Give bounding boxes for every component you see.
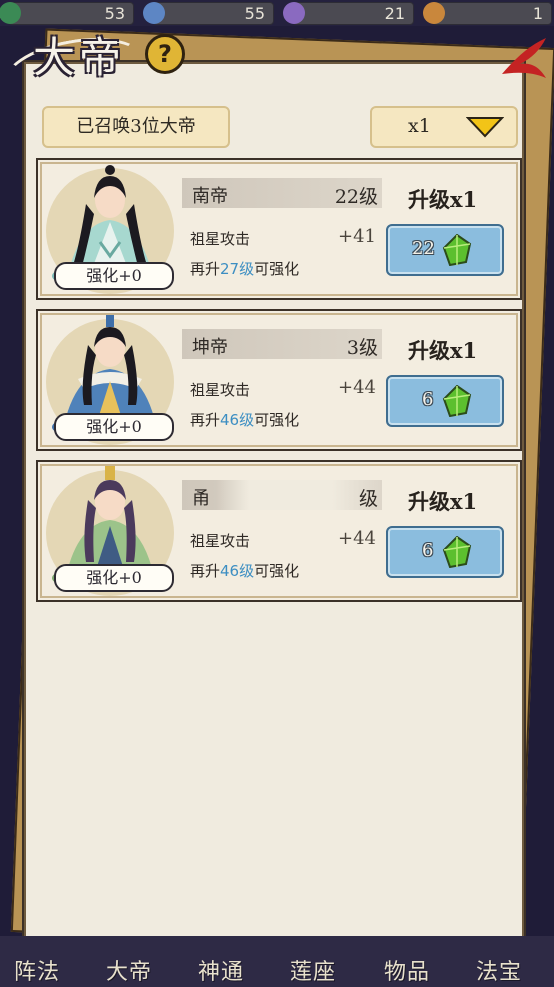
green-gem-icon xyxy=(0,2,21,24)
tab-lotus-throne[interactable]: 莲座 xyxy=(290,954,336,986)
close-icon[interactable] xyxy=(498,34,550,80)
multiplier-dropdown[interactable]: x1 xyxy=(370,106,518,148)
emperor-card: 强化+0 南帝 22级 祖星攻击 +41 再升27级可强化 升级x1 22 xyxy=(36,158,522,300)
upgrade-cost: 22 xyxy=(412,238,435,259)
enhance-badge: 强化+0 xyxy=(54,262,174,290)
emperor-name: 坤帝 xyxy=(192,337,228,358)
page-title: 大帝 xyxy=(33,33,126,82)
resource-green: 53 xyxy=(0,2,134,25)
upgrade-label: 升级x1 xyxy=(408,187,478,212)
emperor-level: 22级 xyxy=(334,186,378,208)
resource-green-count: 53 xyxy=(104,4,125,23)
resource-orange-count: 1 xyxy=(532,4,543,23)
upgrade-button[interactable]: 22 xyxy=(386,224,504,276)
enhance-badge: 强化+0 xyxy=(54,413,174,441)
stat-label: 祖星攻击 xyxy=(190,532,251,550)
tab-emperor[interactable]: 大帝 xyxy=(106,954,152,986)
name-blur xyxy=(216,480,382,510)
enhance-requirement: 再升46级可强化 xyxy=(190,562,300,580)
required-level: 46级 xyxy=(220,562,255,580)
resource-purple: 21 xyxy=(283,2,414,25)
upgrade-label: 升级x1 xyxy=(408,489,478,514)
tab-treasure[interactable]: 法宝 xyxy=(476,954,522,986)
required-level: 46级 xyxy=(220,411,255,429)
stat-value: +44 xyxy=(338,528,376,549)
upgrade-button[interactable]: 6 xyxy=(386,375,504,427)
summoned-count-label: 已召唤3位大帝 xyxy=(42,106,230,148)
resource-bar: 53 55 21 1 xyxy=(0,0,554,26)
resource-blue: 55 xyxy=(143,2,274,25)
emperor-card: 强化+0 坤帝 3级 祖星攻击 +44 再升46级可强化 升级x1 6 xyxy=(36,309,522,451)
resource-purple-count: 21 xyxy=(384,4,405,23)
purple-crystal-icon xyxy=(283,2,305,24)
upgrade-label: 升级x1 xyxy=(408,338,478,363)
triangle-down-icon xyxy=(466,117,504,138)
enhance-badge: 强化+0 xyxy=(54,564,174,592)
emperor-name: 南帝 xyxy=(192,186,228,207)
emperor-card: 强化+0 甬 级 祖星攻击 +44 再升46级可强化 升级x1 6 xyxy=(36,460,522,602)
green-gem-icon xyxy=(442,234,472,266)
required-level: 27级 xyxy=(220,260,255,278)
stat-label: 祖星攻击 xyxy=(190,381,251,399)
emperor-name: 甬 xyxy=(192,488,210,509)
green-gem-icon xyxy=(442,536,472,568)
upgrade-button[interactable]: 6 xyxy=(386,526,504,578)
upgrade-cost: 6 xyxy=(422,389,434,410)
enhance-requirement: 再升27级可强化 xyxy=(190,260,300,278)
tab-formation[interactable]: 阵法 xyxy=(14,954,60,986)
resource-orange: 1 xyxy=(423,2,552,25)
upgrade-cost: 6 xyxy=(422,540,434,561)
enhance-requirement: 再升46级可强化 xyxy=(190,411,300,429)
help-icon[interactable]: ? xyxy=(145,34,185,74)
multiplier-value: x1 xyxy=(408,115,431,137)
tab-divine-power[interactable]: 神通 xyxy=(198,954,244,986)
stat-label: 祖星攻击 xyxy=(190,230,251,248)
bottom-tab-bar xyxy=(0,936,554,987)
stat-value: +41 xyxy=(338,226,376,247)
tab-items[interactable]: 物品 xyxy=(384,954,430,986)
emperor-level: 级 xyxy=(358,488,378,510)
emperor-level: 3级 xyxy=(346,337,378,359)
green-gem-icon xyxy=(442,385,472,417)
blue-orb-icon xyxy=(143,2,165,24)
resource-blue-count: 55 xyxy=(244,4,265,23)
stat-value: +44 xyxy=(338,377,376,398)
orange-item-icon xyxy=(423,2,445,24)
